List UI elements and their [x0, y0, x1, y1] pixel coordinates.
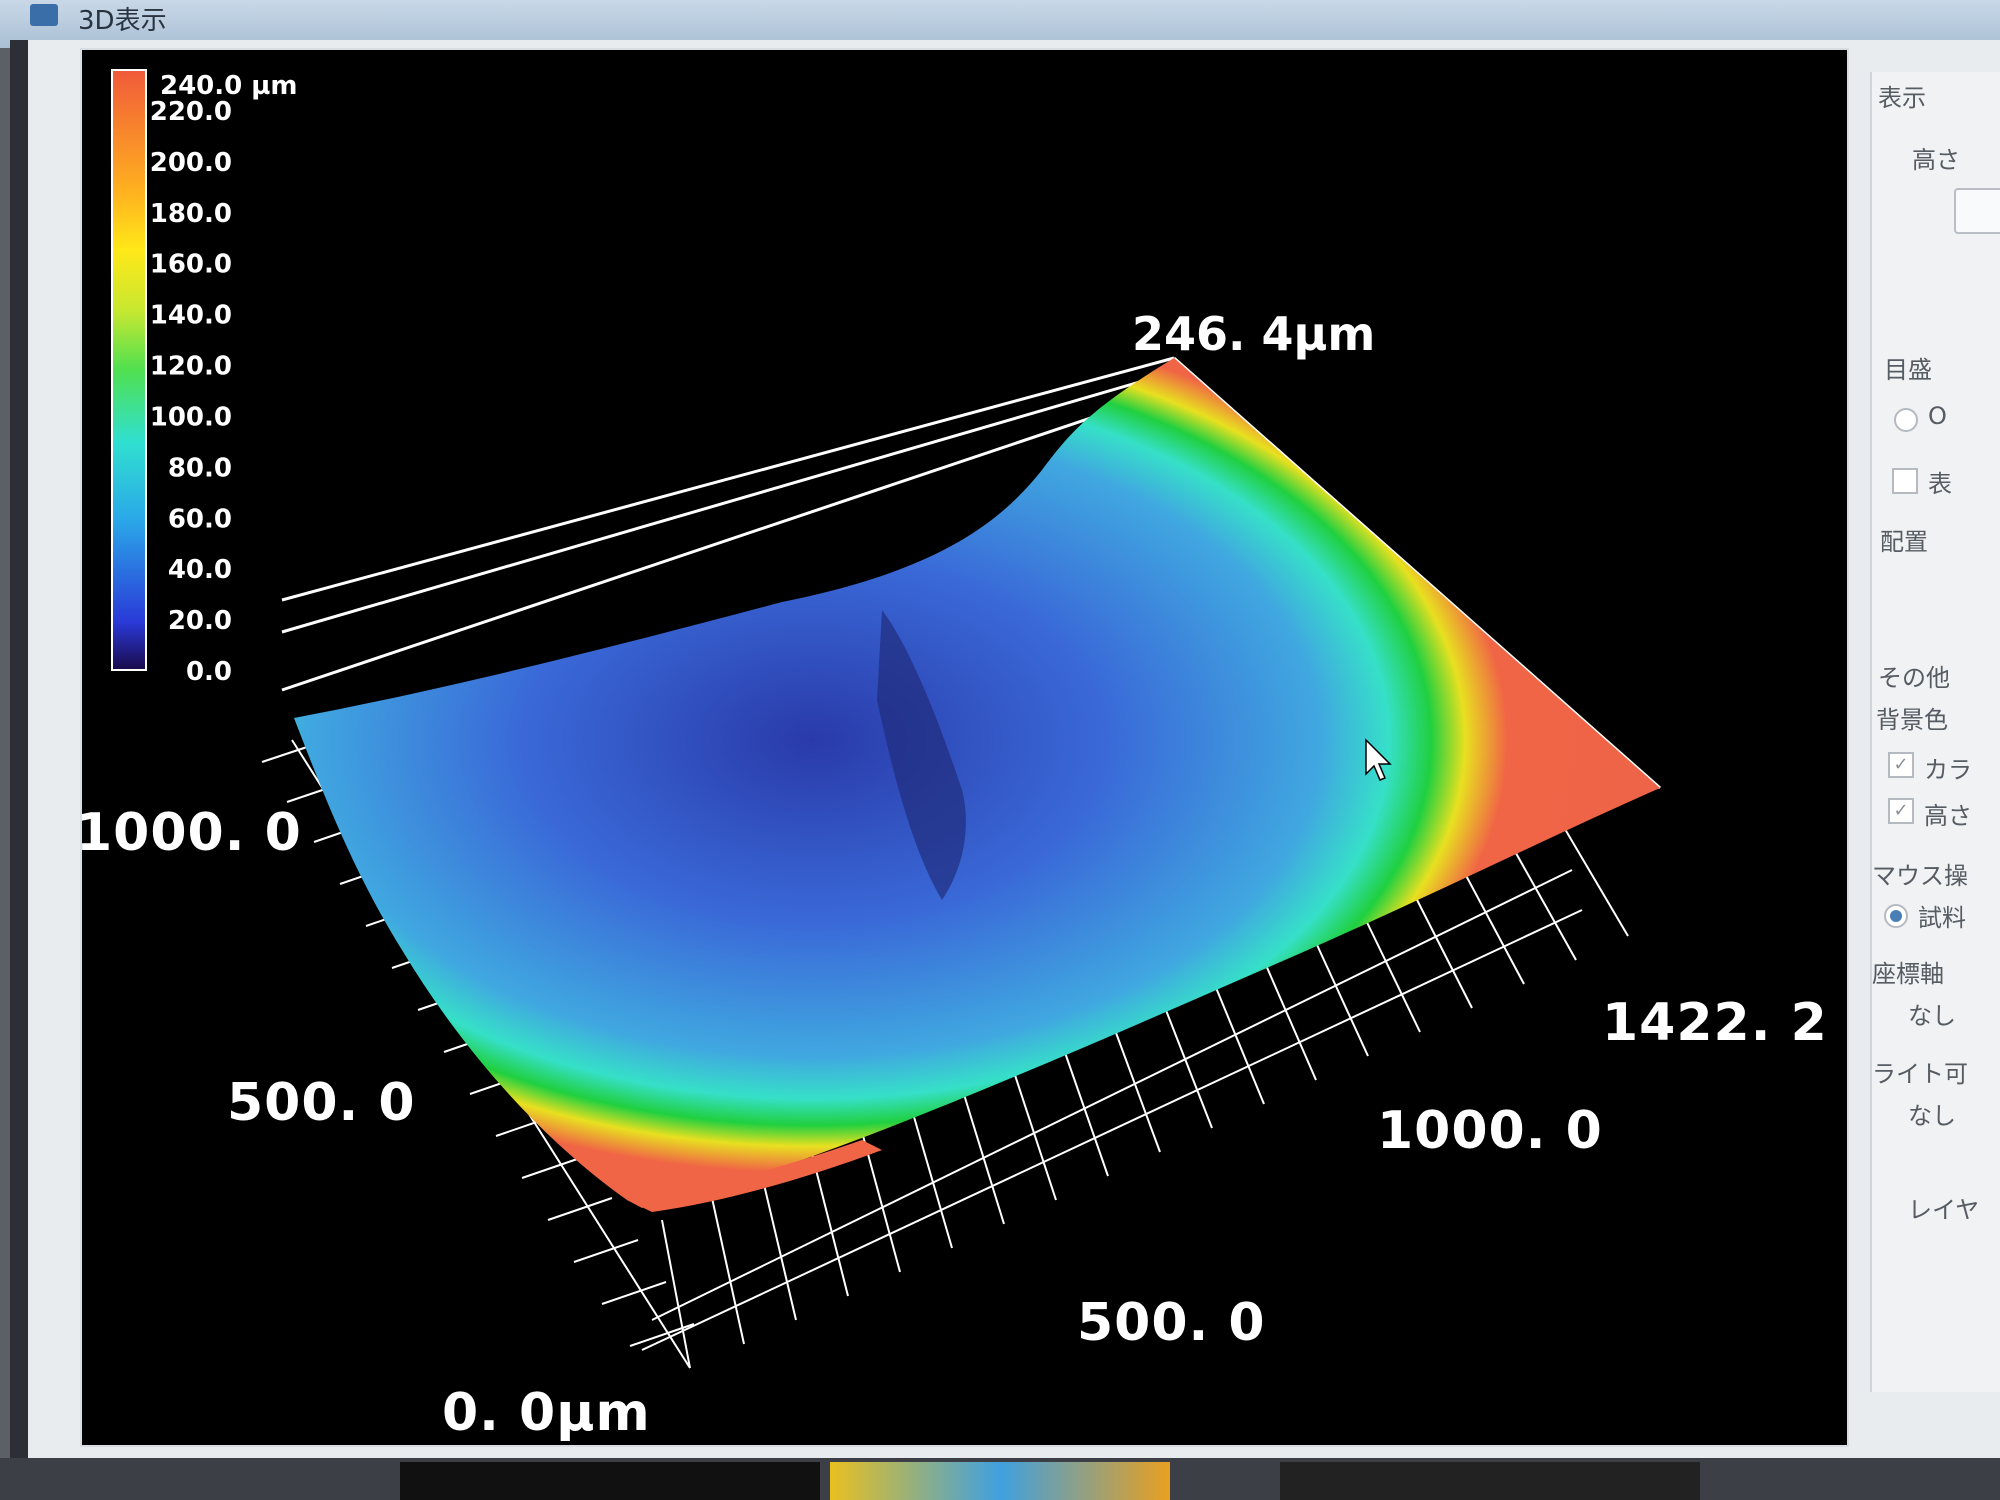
other-label: その他: [1878, 664, 1950, 692]
scale-checkbox[interactable]: [1892, 468, 1918, 494]
arrangement-label: 配置: [1880, 528, 1928, 556]
colorbar-tick-label: 80.0: [168, 453, 232, 483]
colorbar-tick-label: 40.0: [168, 555, 232, 585]
axis-value[interactable]: なし: [1908, 996, 1956, 1031]
y-axis-500-label: 500. 0: [227, 1073, 416, 1133]
background-color-label: 背景色: [1876, 706, 1948, 734]
scale-radio[interactable]: [1894, 408, 1918, 432]
color-checkbox-label: カラ: [1924, 756, 1972, 784]
colorbar-tick-label: 100.0: [150, 402, 232, 432]
color-checkbox[interactable]: ✓: [1888, 752, 1914, 778]
colorbar-tick-label: 0.0: [186, 657, 232, 687]
thumbnail-3[interactable]: [1280, 1462, 1700, 1500]
window-title: 3D表示: [78, 6, 167, 36]
x-axis-max-label: 1422. 2: [1602, 993, 1828, 1053]
surface-mesh[interactable]: [294, 358, 1660, 1208]
layer-label: レイヤ: [1908, 1196, 1980, 1224]
scale-checkbox-label: 表: [1928, 470, 1952, 498]
display-settings-panel: 表示 高さ 目盛 O 表 配置 その他 背景色 ✓ カラ ✓ 高さ マウス操 試…: [1870, 72, 2000, 1392]
x-axis-500-label: 500. 0: [1077, 1293, 1266, 1353]
thumbnail-1[interactable]: [400, 1462, 820, 1500]
colorbar-tick-label: 140.0: [150, 301, 232, 331]
3d-surface-plot[interactable]: 240.0 µm 220.0200.0180.0160.0140.0120.01…: [82, 50, 1847, 1445]
light-label: ライト可: [1872, 1060, 1968, 1088]
3d-viewport[interactable]: 240.0 µm 220.0 200.0 180.0 160.0 140.0 120.0 1…: [80, 48, 1849, 1447]
y-axis-1000-label: 1000. 0: [82, 803, 302, 863]
mouse-operation-label: マウス操: [1872, 862, 1968, 890]
colorbar-ticks: 220.0 200.0 180.0 160.0 140.0 120.0 100.0 80.0 6…: [150, 97, 232, 687]
height-color-button[interactable]: [1954, 188, 2000, 234]
colorbar-tick-label: 220.0: [150, 97, 232, 127]
app-icon: [30, 4, 58, 26]
colorbar-tick-label: 180.0: [150, 199, 232, 229]
colorbar-tick-label: 200.0: [150, 148, 232, 178]
scale-option-label: O: [1928, 402, 1947, 430]
display-settings-header: 表示: [1878, 84, 1926, 112]
height-label: 高さ: [1912, 146, 1960, 174]
mouse-sample-radio[interactable]: [1884, 904, 1908, 928]
colorbar-tick-label: 160.0: [150, 250, 232, 280]
thumbnail-2[interactable]: [830, 1462, 1170, 1500]
origin-label: 0. 0µm: [442, 1383, 651, 1443]
colorbar-tick-label: 120.0: [150, 352, 232, 382]
z-axis-peak-label: 246. 4µm: [1132, 307, 1375, 361]
height-checkbox[interactable]: ✓: [1888, 798, 1914, 824]
window-left-border: [10, 40, 28, 1470]
colorbar: [111, 69, 147, 671]
height-checkbox-label: 高さ: [1924, 802, 1972, 830]
axis-label: 座標軸: [1872, 960, 1944, 988]
colorbar-tick-label: 20.0: [168, 606, 232, 636]
x-axis-1000-label: 1000. 0: [1377, 1101, 1603, 1161]
colorbar-tick-label: 60.0: [168, 504, 232, 534]
scale-label: 目盛: [1884, 356, 1932, 384]
mouse-sample-label: 試料: [1918, 904, 1966, 932]
light-value[interactable]: なし: [1908, 1096, 1956, 1131]
